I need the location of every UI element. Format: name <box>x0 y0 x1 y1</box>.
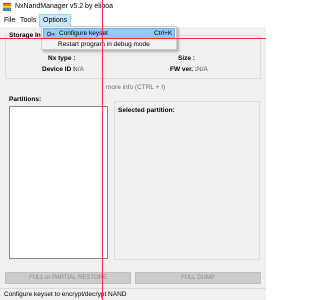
menu-item-restart-debug[interactable]: Restart program in debug mode <box>43 39 175 50</box>
menu-tools[interactable]: Tools <box>17 14 39 27</box>
device-id-label: Device ID : <box>42 66 76 73</box>
full-dump-button[interactable]: FULL DUMP <box>135 272 261 284</box>
partitions-label: Partitions: <box>9 96 42 103</box>
window-title: NxNandManager v5.2 by eliboa <box>15 3 114 10</box>
full-or-partial-restore-button[interactable]: FULL or PARTIAL RESTORE <box>5 272 131 284</box>
size-label: Size : <box>178 55 195 62</box>
status-bar: Configure keyset to encrypt/decrypt NAND <box>0 288 266 300</box>
main-window: NxNandManager v5.2 by eliboa File Tools … <box>0 0 266 300</box>
nx-type-label: Nx type : <box>48 55 76 62</box>
status-text: Configure keyset to encrypt/decrypt NAND <box>4 291 127 298</box>
fw-ver-label: FW ver. : <box>170 66 198 73</box>
selected-partition-label: Selected partition: <box>118 107 175 114</box>
red-guide-line-vertical <box>102 0 103 300</box>
restart-debug-label: Restart program in debug mode <box>58 41 150 48</box>
selected-partition-groupbox <box>114 101 260 260</box>
title-bar: NxNandManager v5.2 by eliboa <box>0 0 266 14</box>
partitions-list[interactable] <box>9 106 108 259</box>
configure-keyset-label: Configure keyset <box>59 30 108 37</box>
nx-rainbow-logo-icon <box>3 3 11 11</box>
fw-ver-value: N/A <box>197 66 208 73</box>
key-icon <box>47 31 55 37</box>
configure-keyset-shortcut: Ctrl+K <box>154 30 173 37</box>
red-guide-line-horizontal <box>0 38 266 39</box>
menu-file[interactable]: File <box>1 14 18 27</box>
more-info-link[interactable]: more info (CTRL + I) <box>106 84 165 91</box>
device-id-value: N/A <box>73 66 84 73</box>
